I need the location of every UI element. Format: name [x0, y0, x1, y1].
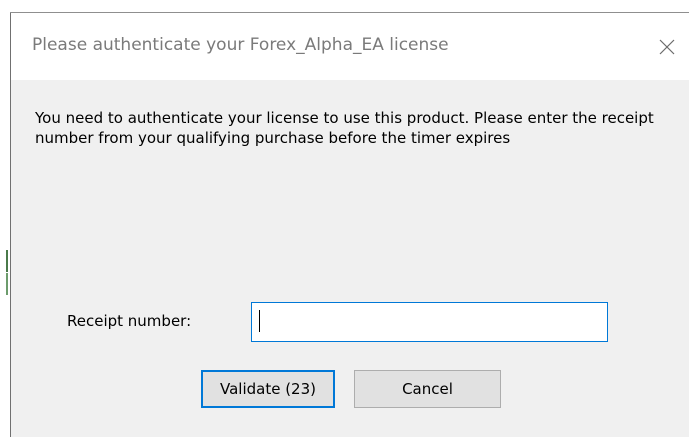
- background-window-strip: [0, 0, 689, 12]
- cancel-button[interactable]: Cancel: [354, 370, 501, 408]
- dialog-title: Please authenticate your Forex_Alpha_EA …: [32, 35, 449, 55]
- close-icon: [659, 39, 675, 55]
- background-window-edge: [0, 12, 10, 437]
- background-chart-mark: [6, 273, 8, 295]
- text-caret: [259, 310, 260, 332]
- validate-button[interactable]: Validate (23): [201, 370, 335, 408]
- dialog-message: You need to authenticate your license to…: [35, 109, 654, 147]
- receipt-number-input[interactable]: [251, 302, 608, 342]
- license-dialog: Please authenticate your Forex_Alpha_EA …: [10, 13, 689, 437]
- receipt-number-label: Receipt number:: [67, 312, 192, 330]
- dialog-titlebar[interactable]: Please authenticate your Forex_Alpha_EA …: [11, 13, 689, 80]
- close-button[interactable]: [644, 27, 689, 67]
- background-chart-mark: [6, 250, 8, 272]
